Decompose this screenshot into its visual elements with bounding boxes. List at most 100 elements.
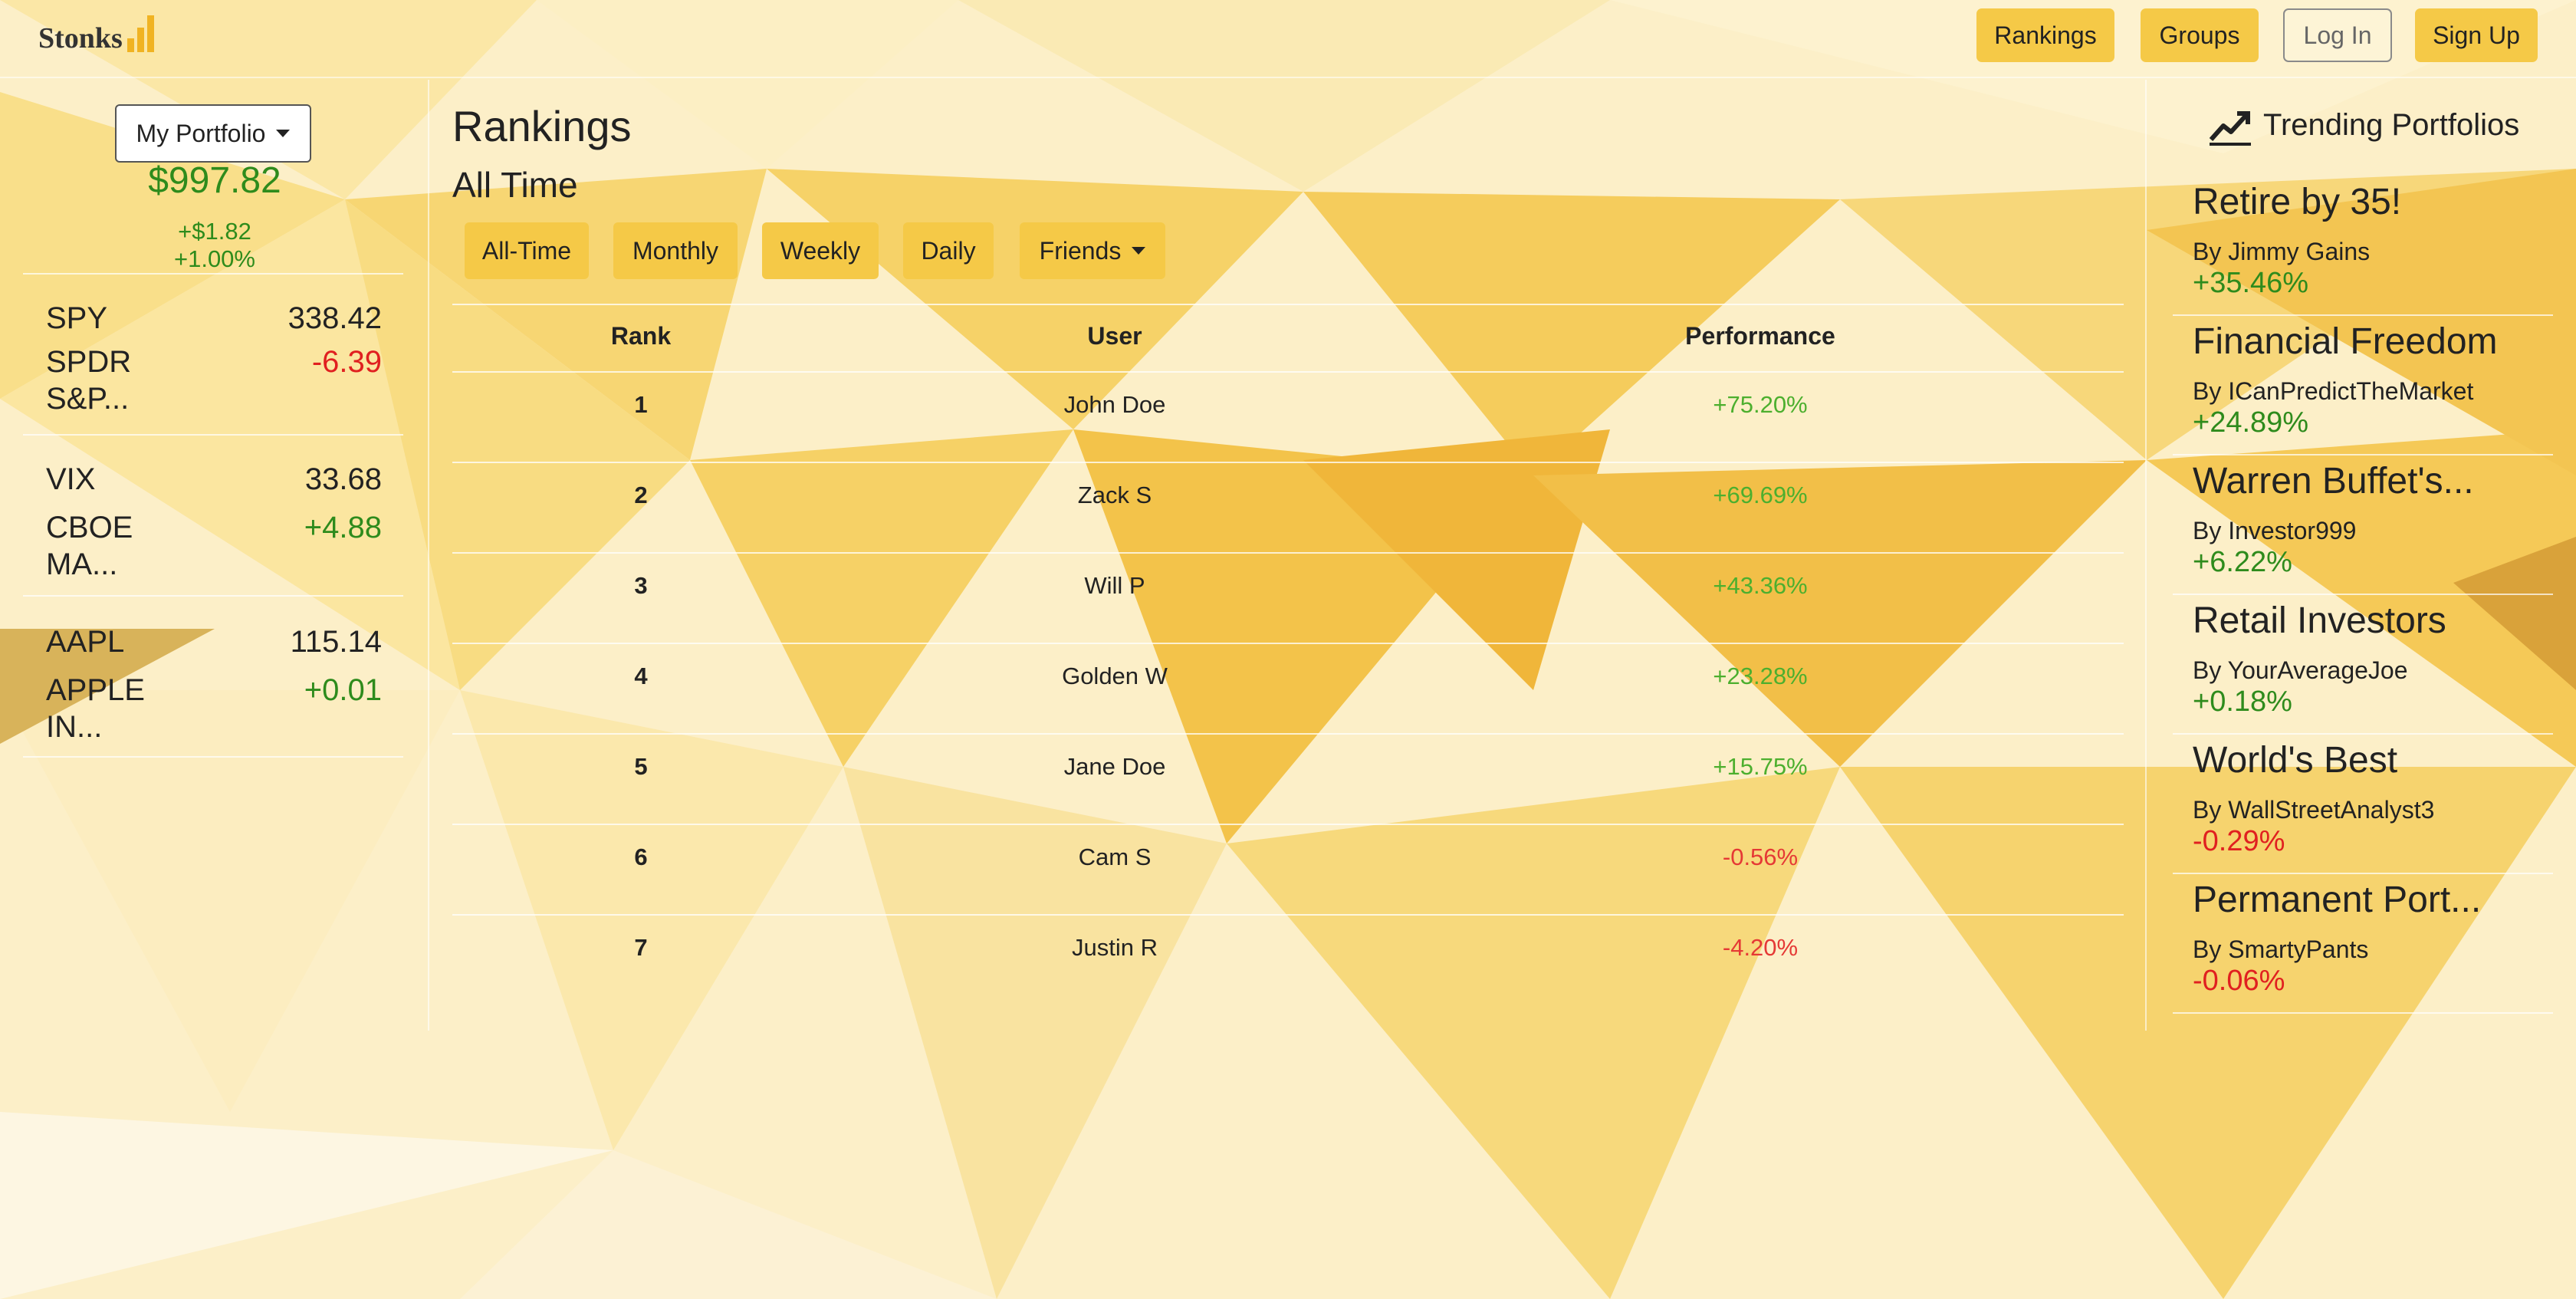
row-divider — [452, 824, 2124, 825]
portfolio-total: $997.82 — [148, 160, 281, 201]
trending-header: Trending Portfolios — [2208, 104, 2519, 146]
row-divider — [452, 643, 2124, 644]
performance-cell: +75.20% — [1713, 391, 1808, 418]
portfolio-selector[interactable]: My Portfolio — [115, 104, 311, 163]
ticker-name: APPLE IN... — [46, 672, 145, 745]
performance-cell: -0.56% — [1722, 844, 1799, 870]
portfolio-change-abs: +$1.82 — [178, 218, 251, 245]
nav-rankings-button[interactable]: Rankings — [1976, 8, 2114, 62]
rank-cell: 3 — [634, 572, 648, 599]
right-panel-divider — [2145, 80, 2147, 1031]
trending-portfolio-performance: +35.46% — [2193, 267, 2309, 299]
divider — [2173, 454, 2553, 455]
ticker-name: SPDR S&P... — [46, 344, 131, 417]
portfolio-selector-label: My Portfolio — [136, 119, 266, 147]
user-cell[interactable]: Zack S — [961, 480, 1268, 511]
filter-all-time-button[interactable]: All-Time — [465, 222, 589, 279]
ticker-change: +0.01 — [304, 673, 382, 707]
ticker-change: -6.39 — [311, 345, 382, 379]
trending-portfolio-title[interactable]: Retire by 35! — [2193, 181, 2401, 223]
caret-down-icon — [276, 130, 291, 137]
ticker-name-line: S&P... — [46, 382, 130, 416]
ticker-price: 338.42 — [288, 301, 382, 335]
trending-portfolio-title[interactable]: Retail Investors — [2193, 600, 2446, 642]
filter-monthly-button[interactable]: Monthly — [613, 222, 738, 279]
filter-weekly-button[interactable]: Weekly — [762, 222, 879, 279]
performance-cell: +23.28% — [1713, 663, 1808, 689]
filter-daily-button[interactable]: Daily — [903, 222, 994, 279]
user-cell[interactable]: Justin R — [961, 932, 1268, 963]
table-header-rule — [452, 371, 2124, 373]
row-divider — [452, 914, 2124, 916]
trending-portfolio-title[interactable]: World's Best — [2193, 739, 2397, 781]
divider — [2173, 873, 2553, 874]
period-subtitle: All Time — [452, 165, 578, 205]
trending-portfolio-performance: -0.06% — [2193, 965, 2285, 997]
portfolio-change: +$1.82 +1.00% — [23, 218, 406, 273]
user-cell[interactable]: Golden W — [961, 661, 1268, 692]
trending-portfolio-title[interactable]: Warren Buffet's... — [2193, 460, 2474, 502]
column-header-performance[interactable]: Performance — [1607, 322, 1914, 350]
ticker-name: CBOE MA... — [46, 509, 133, 583]
rank-cell: 1 — [634, 391, 648, 418]
login-button[interactable]: Log In — [2283, 8, 2392, 62]
column-header-user[interactable]: User — [1038, 322, 1191, 350]
divider — [2173, 1012, 2553, 1014]
ticker-name-line: IN... — [46, 710, 103, 744]
row-divider — [452, 462, 2124, 463]
ticker-change: +4.88 — [304, 511, 382, 544]
ticker-name-line: APPLE — [46, 673, 145, 707]
ticker-name-line: SPDR — [46, 345, 132, 379]
trending-portfolio-title[interactable]: Permanent Port... — [2193, 879, 2481, 921]
divider — [2173, 733, 2553, 735]
trending-portfolio-author: By Investor999 — [2193, 517, 2357, 544]
ticker-symbol[interactable]: VIX — [46, 455, 95, 503]
performance-cell: +43.36% — [1713, 572, 1808, 599]
trending-portfolio-author: By YourAverageJoe — [2193, 656, 2408, 684]
performance-cell: +69.69% — [1713, 482, 1808, 508]
ticker-symbol[interactable]: SPY — [46, 294, 107, 342]
brand-logo[interactable]: Stonks — [38, 14, 154, 55]
trending-portfolio-author: By SmartyPants — [2193, 936, 2369, 963]
performance-cell: +15.75% — [1713, 753, 1808, 780]
trending-portfolio-title[interactable]: Financial Freedom — [2193, 321, 2498, 363]
trending-heading: Trending Portfolios — [2263, 107, 2520, 142]
rank-cell: 2 — [634, 482, 648, 508]
page-title: Rankings — [452, 102, 632, 150]
row-divider — [452, 552, 2124, 554]
trending-portfolio-performance: -0.29% — [2193, 825, 2285, 857]
column-header-rank[interactable]: Rank — [564, 322, 718, 350]
trending-portfolio-performance: +6.22% — [2193, 546, 2292, 578]
table-top-rule — [452, 304, 2124, 305]
signup-button[interactable]: Sign Up — [2415, 8, 2538, 62]
user-cell[interactable]: Will P — [961, 571, 1268, 601]
trending-portfolio-author: By WallStreetAnalyst3 — [2193, 796, 2435, 824]
ticker-name-line: CBOE — [46, 511, 133, 544]
bar-chart-icon — [127, 14, 154, 52]
trending-portfolio-performance: +0.18% — [2193, 686, 2292, 718]
rank-cell: 5 — [634, 753, 648, 780]
row-divider — [452, 733, 2124, 735]
rank-cell: 7 — [634, 934, 648, 961]
user-cell[interactable]: Jane Doe — [961, 751, 1268, 782]
nav-groups-button[interactable]: Groups — [2141, 8, 2259, 62]
left-panel-divider — [428, 80, 429, 1031]
caret-down-icon — [1132, 247, 1146, 255]
trending-portfolio-author: By Jimmy Gains — [2193, 238, 2371, 265]
divider — [23, 756, 403, 758]
ticker-price: 115.14 — [290, 625, 382, 659]
scope-dropdown-label: Friends — [1039, 236, 1122, 265]
performance-cell: -4.20% — [1722, 934, 1799, 961]
ticker-price: 33.68 — [304, 462, 382, 496]
scope-dropdown[interactable]: Friends — [1020, 222, 1165, 279]
user-cell[interactable]: Cam S — [961, 842, 1268, 873]
trending-portfolio-author: By ICanPredictTheMarket — [2193, 377, 2474, 405]
ticker-symbol[interactable]: AAPL — [46, 618, 124, 666]
brand-name: Stonks — [38, 22, 123, 54]
ticker-name-line: MA... — [46, 548, 118, 581]
divider — [2173, 314, 2553, 316]
portfolio-change-pct: +1.00% — [173, 245, 255, 272]
divider — [23, 273, 403, 275]
user-cell[interactable]: John Doe — [961, 390, 1268, 420]
header-divider — [0, 77, 2576, 78]
